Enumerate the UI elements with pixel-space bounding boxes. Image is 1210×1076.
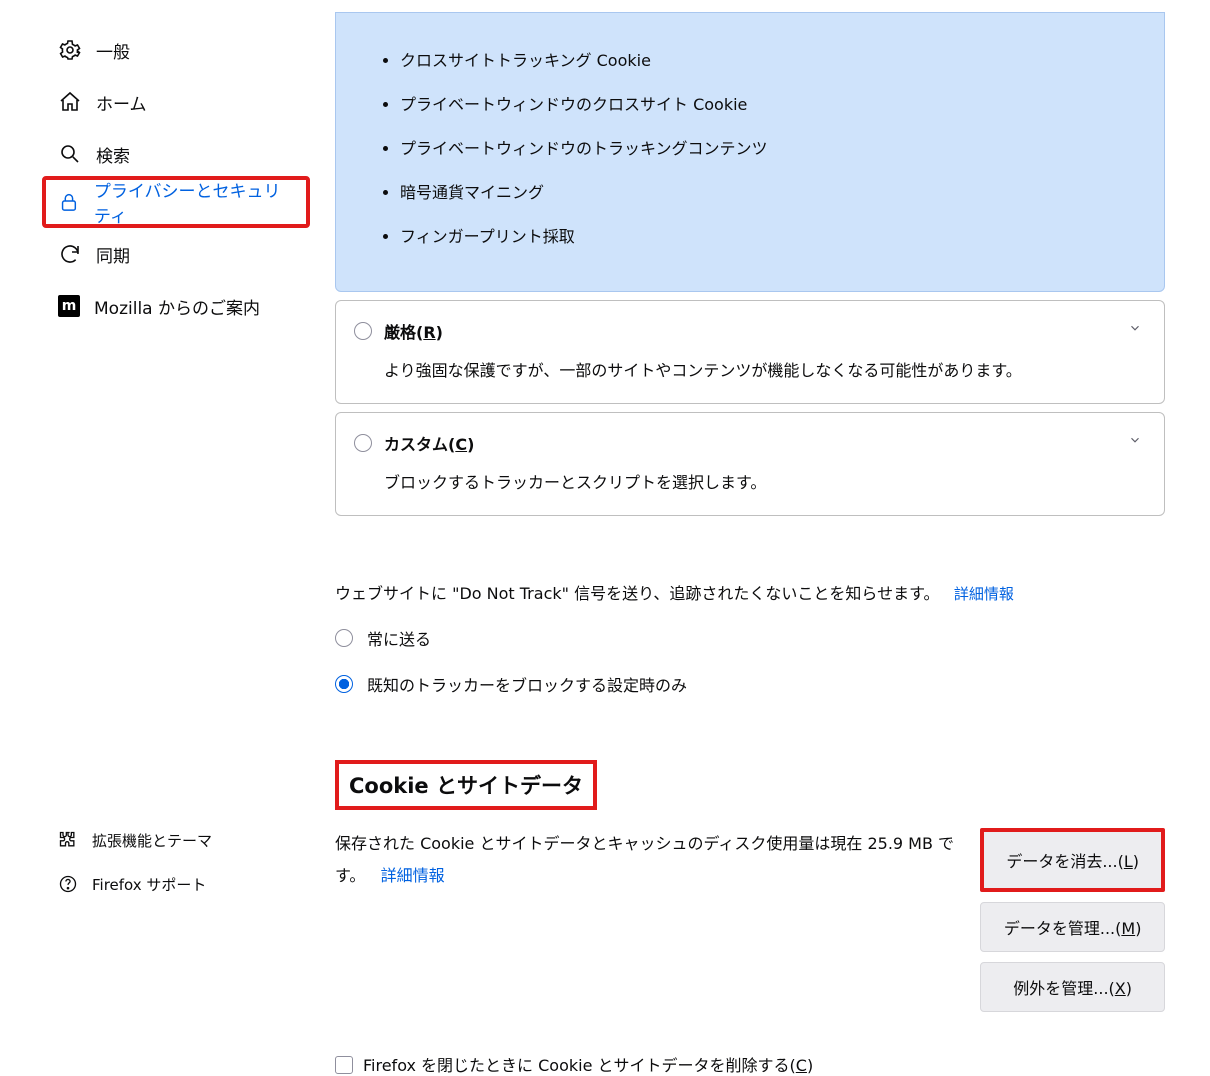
dnt-option-always[interactable]: 常に送る [335, 626, 1165, 650]
dnt-section: ウェブサイトに "Do Not Track" 信号を送り、追跡されたくないことを… [335, 580, 1165, 696]
sidebar-item-home[interactable]: ホーム [46, 76, 306, 128]
sidebar-item-extensions[interactable]: 拡張機能とテーマ [46, 818, 306, 862]
cookie-usage-text: 保存された Cookie とサイトデータとキャッシュのディスク使用量は現在 25… [335, 828, 980, 892]
blocked-item: 暗号通貨マイニング [400, 179, 1128, 203]
blocked-item: クロスサイトトラッキング Cookie [400, 47, 1128, 71]
sidebar-bottom: 拡張機能とテーマ Firefox サポート [46, 818, 306, 906]
dnt-more-link[interactable]: 詳細情報 [954, 585, 1014, 603]
mozilla-icon: m [58, 295, 80, 317]
dnt-trackers-label: 既知のトラッカーをブロックする設定時のみ [367, 672, 687, 696]
question-icon [58, 874, 78, 894]
sidebar-label-support: Firefox サポート [92, 874, 206, 895]
manage-exceptions-button[interactable]: 例外を管理...(X) [980, 962, 1165, 1012]
sidebar-label-extensions: 拡張機能とテーマ [92, 830, 212, 851]
radio-custom[interactable] [354, 434, 372, 452]
settings-sidebar: 一般 ホーム 検索 プライバシーとセキュリティ 同期 m Mozilla からの… [46, 24, 306, 332]
sidebar-label-sync: 同期 [96, 242, 130, 267]
sidebar-item-search[interactable]: 検索 [46, 128, 306, 180]
radio-dnt-trackers[interactable] [335, 675, 353, 693]
cookie-section: Cookie とサイトデータ 保存された Cookie とサイトデータとキャッシ… [335, 760, 1165, 1076]
manage-data-button[interactable]: データを管理...(M) [980, 902, 1165, 952]
custom-desc: ブロックするトラッカーとスクリプトを選択します。 [384, 469, 1138, 493]
strict-desc: より強固な保護ですが、一部のサイトやコンテンツが機能しなくなる可能性があります。 [384, 357, 1138, 381]
radio-strict[interactable] [354, 322, 372, 340]
sidebar-label-mozilla: Mozilla からのご案内 [94, 294, 260, 319]
search-icon [58, 142, 82, 166]
radio-dnt-always[interactable] [335, 629, 353, 647]
chevron-down-icon [1128, 321, 1142, 339]
blocked-item: プライベートウィンドウのトラッキングコンテンツ [400, 135, 1128, 159]
cookie-heading: Cookie とサイトデータ [335, 760, 597, 810]
sync-icon [58, 242, 82, 266]
sidebar-item-general[interactable]: 一般 [46, 24, 306, 76]
checkbox-delete-on-close[interactable] [335, 1056, 353, 1074]
strict-title: 厳格(R) [384, 319, 443, 343]
sidebar-label-search: 検索 [96, 142, 130, 167]
home-icon [58, 90, 82, 114]
lock-icon [58, 190, 80, 214]
sidebar-label-general: 一般 [96, 38, 130, 63]
puzzle-icon [58, 830, 78, 850]
sidebar-item-sync[interactable]: 同期 [46, 228, 306, 280]
delete-on-close-option[interactable]: Firefox を閉じたときに Cookie とサイトデータを削除する(C) [335, 1052, 1165, 1076]
blocked-item: フィンガープリント採取 [400, 223, 1128, 247]
dnt-description: ウェブサイトに "Do Not Track" 信号を送り、追跡されたくないことを… [335, 584, 940, 603]
cookie-more-link[interactable]: 詳細情報 [381, 866, 445, 885]
protection-option-custom[interactable]: カスタム(C) ブロックするトラッカーとスクリプトを選択します。 [335, 412, 1165, 516]
protection-option-strict[interactable]: 厳格(R) より強固な保護ですが、一部のサイトやコンテンツが機能しなくなる可能性… [335, 300, 1165, 404]
sidebar-label-home: ホーム [96, 90, 147, 115]
chevron-down-icon [1128, 433, 1142, 451]
sidebar-item-support[interactable]: Firefox サポート [46, 862, 306, 906]
clear-data-button[interactable]: データを消去...(L) [980, 828, 1165, 892]
dnt-always-label: 常に送る [367, 626, 431, 650]
gear-icon [58, 38, 82, 62]
custom-title: カスタム(C) [384, 431, 474, 455]
tracking-blocked-panel: クロスサイトトラッキング Cookie プライベートウィンドウのクロスサイト C… [335, 12, 1165, 292]
cookie-buttons: データを消去...(L) データを管理...(M) 例外を管理...(X) [980, 828, 1165, 1012]
settings-main: クロスサイトトラッキング Cookie プライベートウィンドウのクロスサイト C… [335, 12, 1165, 1076]
blocked-item: プライベートウィンドウのクロスサイト Cookie [400, 91, 1128, 115]
sidebar-item-privacy[interactable]: プライバシーとセキュリティ [42, 176, 310, 228]
dnt-option-trackers[interactable]: 既知のトラッカーをブロックする設定時のみ [335, 672, 1165, 696]
sidebar-item-mozilla[interactable]: m Mozilla からのご案内 [46, 280, 306, 332]
sidebar-label-privacy: プライバシーとセキュリティ [94, 177, 294, 227]
